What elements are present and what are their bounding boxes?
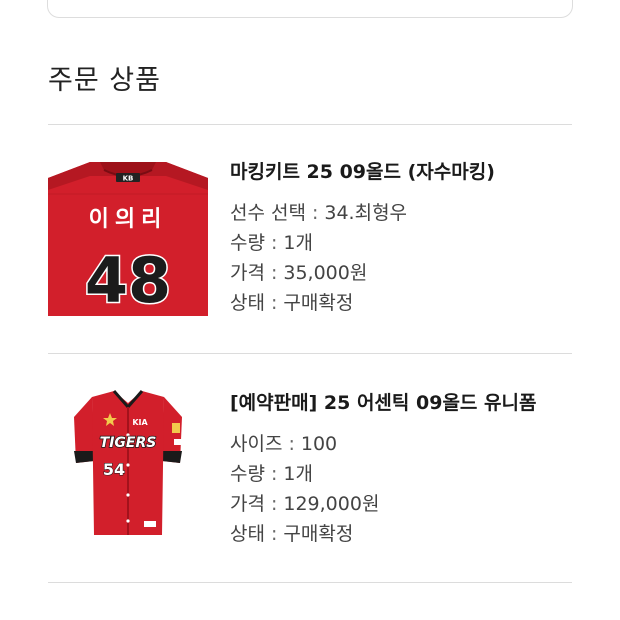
detail-label: 상태 — [230, 523, 265, 545]
detail-row-price: 가격:35,000원 — [230, 262, 368, 284]
detail-row-status: 상태: 구매확정 — [230, 523, 354, 545]
divider — [48, 124, 572, 125]
section-title: 주문 상품 — [48, 65, 161, 96]
jersey-number-text: 54 — [103, 460, 125, 479]
detail-label: 상태 — [230, 292, 265, 314]
product-info: [예약판매] 25 어센틱 09올드 유니폼 사이즈:100 수량:1개 가격:… — [230, 391, 572, 549]
product-name[interactable]: [예약판매] 25 어센틱 09올드 유니폼 — [230, 391, 572, 415]
player-number-text: 48 — [85, 244, 171, 316]
detail-value: 100 — [300, 433, 338, 455]
divider — [48, 353, 572, 354]
product-name[interactable]: 마킹키트 25 09올드 (자수마킹) — [230, 160, 572, 184]
detail-label: 가격 — [230, 493, 265, 515]
detail-row-size: 사이즈:100 — [230, 433, 338, 455]
detail-value: 35,000원 — [283, 262, 368, 284]
detail-row-price: 가격:129,000원 — [230, 493, 380, 515]
detail-row-player: 선수 선택:34.최형우 — [230, 202, 408, 224]
detail-value: 구매확정 — [283, 523, 354, 545]
sponsor-text: KIA — [132, 418, 148, 427]
detail-value: 34.최형우 — [324, 202, 408, 224]
detail-row-status: 상태: 구매확정 — [230, 292, 354, 314]
detail-label: 가격 — [230, 262, 265, 284]
player-name-text: 이의리 — [89, 207, 168, 232]
team-wordmark-text: TIGERS — [100, 435, 157, 451]
divider — [48, 582, 572, 583]
detail-value: 1개 — [283, 232, 313, 254]
detail-row-quantity: 수량:1개 — [230, 232, 313, 254]
product-image-marking-kit[interactable]: KB 이의리 48 — [48, 156, 208, 319]
order-products-page: 주문 상품 KB 이의리 48 마킹키트 25 09올드 (자수마킹) 선수 선… — [0, 0, 620, 620]
detail-value: 구매확정 — [283, 292, 354, 314]
detail-label: 수량 — [230, 463, 265, 485]
detail-value: 129,000원 — [283, 493, 380, 515]
detail-label: 선수 선택 — [230, 202, 306, 224]
kb-badge-text: KB — [123, 175, 134, 183]
product-image-jersey[interactable]: KIA TIGERS 54 — [48, 385, 208, 545]
previous-section-card — [47, 0, 573, 18]
detail-value: 1개 — [283, 463, 313, 485]
detail-label: 수량 — [230, 232, 265, 254]
detail-row-quantity: 수량:1개 — [230, 463, 313, 485]
product-info: 마킹키트 25 09올드 (자수마킹) 선수 선택:34.최형우 수량:1개 가… — [230, 160, 572, 318]
detail-label: 사이즈 — [230, 433, 283, 455]
